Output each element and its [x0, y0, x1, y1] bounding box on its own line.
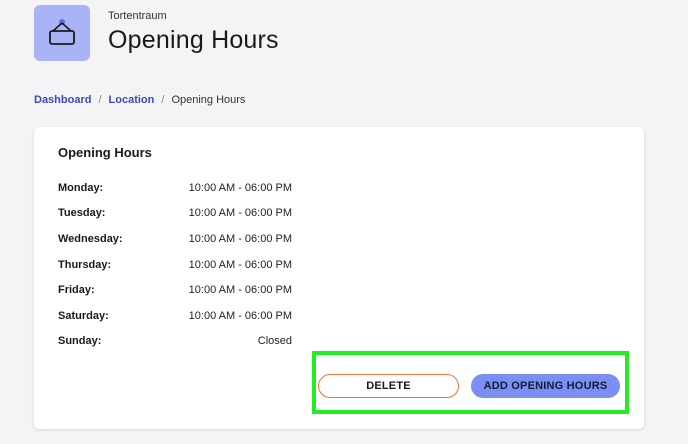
day-label: Sunday: — [58, 335, 102, 348]
page-title: Opening Hours — [108, 26, 279, 54]
card-title: Opening Hours — [58, 145, 152, 160]
breadcrumb-dashboard[interactable]: Dashboard — [34, 94, 91, 106]
schedule-row-tuesday: Tuesday: 10:00 AM - 06:00 PM — [58, 201, 292, 227]
add-opening-hours-button[interactable]: ADD OPENING HOURS — [471, 374, 620, 398]
hours-value: Closed — [257, 335, 292, 348]
day-label: Monday: — [58, 181, 104, 194]
schedule-row-wednesday: Wednesday: 10:00 AM - 06:00 PM — [58, 226, 292, 252]
hanging-sign-icon — [34, 5, 90, 61]
day-label: Tuesday: — [58, 207, 106, 220]
schedule-row-thursday: Thursday: 10:00 AM - 06:00 PM — [58, 252, 292, 278]
breadcrumb: Dashboard / Location / Opening Hours — [34, 94, 245, 106]
schedule-row-saturday: Saturday: 10:00 AM - 06:00 PM — [58, 303, 292, 329]
day-label: Wednesday: — [58, 232, 123, 245]
hours-value: 10:00 AM - 06:00 PM — [188, 232, 292, 245]
day-label: Saturday: — [58, 309, 109, 322]
delete-button[interactable]: DELETE — [318, 374, 459, 398]
page-header: Tortentraum Opening Hours — [34, 5, 279, 61]
hours-value: 10:00 AM - 06:00 PM — [188, 181, 292, 194]
schedule-list: Monday: 10:00 AM - 06:00 PM Tuesday: 10:… — [58, 175, 292, 354]
hours-value: 10:00 AM - 06:00 PM — [188, 284, 292, 297]
breadcrumb-separator: / — [98, 94, 102, 106]
hours-value: 10:00 AM - 06:00 PM — [188, 207, 292, 220]
breadcrumb-separator: / — [161, 94, 165, 106]
day-label: Friday: — [58, 284, 95, 297]
day-label: Thursday: — [58, 258, 112, 271]
schedule-row-friday: Friday: 10:00 AM - 06:00 PM — [58, 277, 292, 303]
org-name: Tortentraum — [108, 10, 167, 22]
schedule-row-monday: Monday: 10:00 AM - 06:00 PM — [58, 175, 292, 201]
hours-value: 10:00 AM - 06:00 PM — [188, 309, 292, 322]
hours-value: 10:00 AM - 06:00 PM — [188, 258, 292, 271]
schedule-row-sunday: Sunday: Closed — [58, 329, 292, 355]
breadcrumb-location[interactable]: Location — [109, 94, 155, 106]
breadcrumb-current: Opening Hours — [171, 94, 246, 106]
